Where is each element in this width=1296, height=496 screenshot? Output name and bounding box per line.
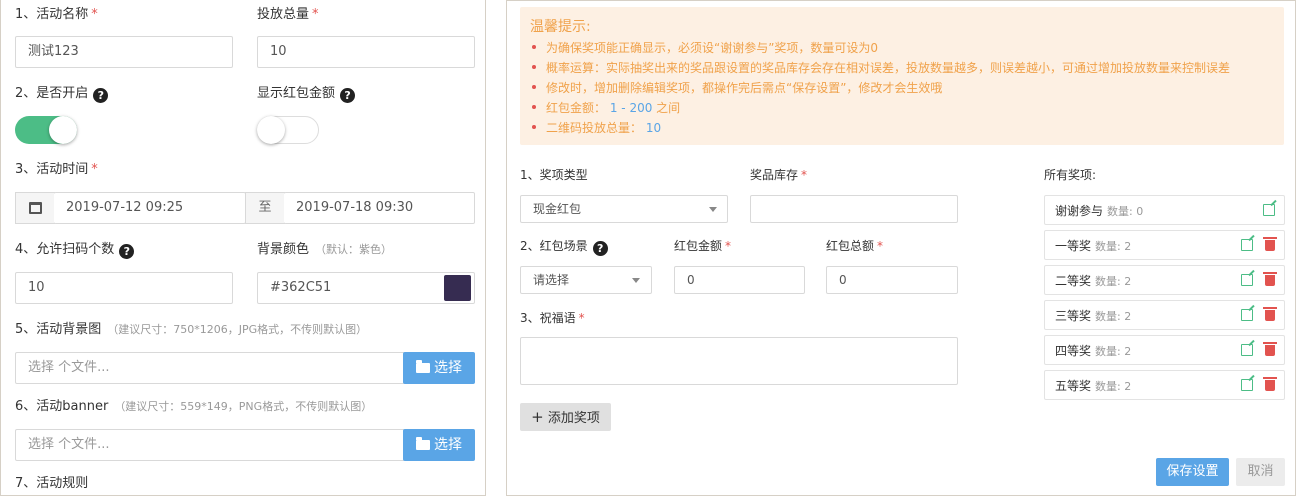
amount-label: 红包金额 * [674, 239, 732, 253]
tips-title: 温馨提示: [530, 19, 591, 35]
blessing-textarea[interactable] [520, 337, 958, 385]
cancel-button[interactable]: 取消 [1236, 458, 1285, 486]
prize-type-select[interactable]: 现金红包 [520, 195, 728, 223]
help-icon: ? [340, 88, 356, 103]
prize-item: 四等奖 数量: 2 [1044, 335, 1285, 365]
prize-item: 三等奖 数量: 2 [1044, 300, 1285, 330]
activity-settings-panel: 1、活动名称 * 测试123 投放总量 * 10 2、是否开启? 显示红包金额? 3… [0, 0, 486, 496]
folder-open-icon [416, 360, 430, 373]
start-time-input[interactable]: 2019-07-12 09:25 [54, 192, 246, 224]
toggle-knob [49, 116, 77, 144]
tip-item: 为确保奖项能正确显示，必须设“谢谢参与”奖项，数量可设为0 [532, 38, 1230, 58]
trash-icon[interactable] [1263, 237, 1277, 251]
edit-icon[interactable] [1241, 344, 1253, 356]
toggle-knob [257, 116, 285, 144]
all-prizes-label: 所有奖项: [1044, 168, 1097, 182]
bg-color-input[interactable]: #362C51 [257, 272, 475, 304]
tips-box: 温馨提示: 为确保奖项能正确显示，必须设“谢谢参与”奖项，数量可设为0 概率运算… [520, 7, 1284, 145]
save-button[interactable]: 保存设置 [1156, 458, 1229, 486]
add-prize-button[interactable]: + 添加奖项 [520, 403, 611, 431]
edit-icon[interactable] [1241, 309, 1253, 321]
tip-item: 修改时，增加删除编辑奖项，都操作完后需点“保存设置”，修改才会生效哦 [532, 78, 1230, 98]
activity-name-label: 1、活动名称 * [15, 7, 98, 22]
help-icon: ? [592, 241, 608, 256]
rules-label: 7、活动规则 [15, 476, 89, 491]
calendar-addon[interactable] [15, 192, 55, 224]
trash-icon[interactable] [1263, 342, 1277, 356]
chevron-down-icon [632, 278, 640, 283]
chevron-down-icon [709, 207, 717, 212]
amount-input[interactable]: 0 [674, 266, 805, 294]
scan-count-input[interactable]: 10 [15, 272, 233, 304]
bg-image-label: 5、活动背景图 （建议尺寸：750*1206，JPG格式，不传则默认图） [15, 322, 368, 337]
is-enabled-toggle[interactable] [15, 116, 77, 144]
is-enabled-label: 2、是否开启? [15, 85, 109, 103]
end-time-input[interactable]: 2019-07-18 09:30 [284, 192, 475, 224]
time-separator: 至 [245, 192, 285, 224]
bg-color-label: 背景颜色 （默认：紫色） [257, 242, 393, 257]
prize-settings-panel: 温馨提示: 为确保奖项能正确显示，必须设“谢谢参与”奖项，数量可设为0 概率运算… [506, 0, 1296, 496]
total-input[interactable]: 0 [826, 266, 958, 294]
edit-icon[interactable] [1263, 204, 1275, 216]
prize-type-label: 1、奖项类型 [520, 168, 588, 182]
folder-open-icon [416, 437, 430, 450]
total-label: 红包总额 * [826, 239, 884, 253]
show-amount-label: 显示红包金额? [257, 85, 356, 103]
edit-icon[interactable] [1241, 274, 1253, 286]
activity-name-input[interactable]: 测试123 [15, 36, 233, 68]
scene-label: 2、红包场景? [520, 237, 608, 256]
show-amount-toggle[interactable] [257, 116, 319, 144]
bg-image-select-button[interactable]: 选择 [403, 352, 475, 384]
help-icon: ? [119, 244, 135, 259]
banner-file-input[interactable]: 选择 个文件... [15, 429, 405, 461]
blessing-label: 3、祝福语 * [520, 311, 585, 325]
prize-item: 二等奖 数量: 2 [1044, 265, 1285, 295]
trash-icon[interactable] [1263, 272, 1277, 286]
banner-select-button[interactable]: 选择 [403, 429, 475, 461]
tip-item: 概率运算：实际抽奖出来的奖品跟设置的奖品库存会存在相对误差，投放数量越多，则误差… [532, 58, 1230, 78]
tips-list: 为确保奖项能正确显示，必须设“谢谢参与”奖项，数量可设为0 概率运算：实际抽奖出… [532, 38, 1230, 138]
tip-item: 红包金额： 1 - 200 之间 [532, 98, 1230, 118]
total-put-label: 投放总量 * [257, 7, 319, 22]
trash-icon[interactable] [1263, 377, 1277, 391]
prize-item: 一等奖 数量: 2 [1044, 230, 1285, 260]
stock-label: 奖品库存 * [750, 168, 808, 182]
edit-icon[interactable] [1241, 379, 1253, 391]
banner-label: 6、活动banner （建议尺寸：559*149，PNG格式，不传则默认图） [15, 399, 373, 414]
prize-item: 五等奖 数量: 2 [1044, 370, 1285, 400]
calendar-icon [29, 202, 42, 214]
activity-time-label: 3、活动时间 * [15, 162, 98, 177]
stock-input[interactable] [750, 195, 958, 223]
tip-item: 二维码投放总量： 10 [532, 118, 1230, 138]
help-icon: ? [93, 88, 109, 103]
total-put-input[interactable]: 10 [257, 36, 475, 68]
scan-count-label: 4、允许扫码个数? [15, 241, 135, 259]
plus-icon: + [531, 408, 544, 426]
color-swatch[interactable] [444, 275, 471, 301]
scene-select[interactable]: 请选择 [520, 266, 652, 294]
prize-item: 谢谢参与 数量: 0 [1044, 195, 1285, 225]
bg-image-file-input[interactable]: 选择 个文件... [15, 352, 405, 384]
edit-icon[interactable] [1241, 239, 1253, 251]
trash-icon[interactable] [1263, 307, 1277, 321]
